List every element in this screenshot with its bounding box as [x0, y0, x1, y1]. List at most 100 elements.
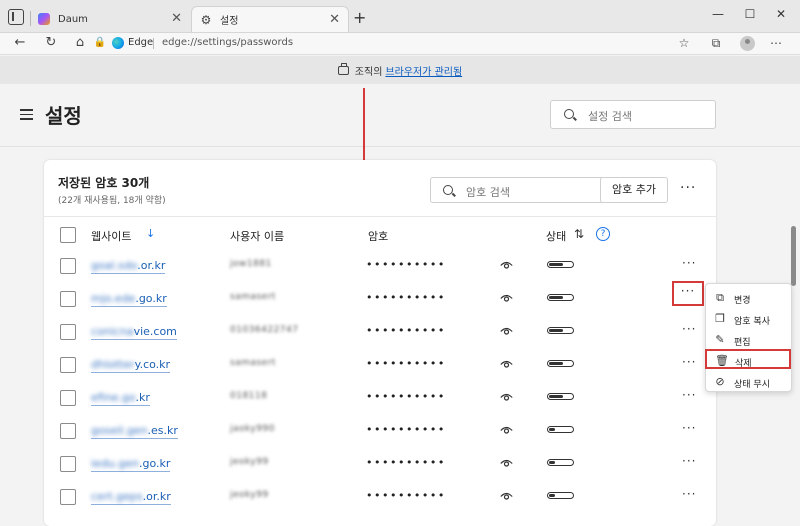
url-text[interactable]: edge://settings/passwords [162, 37, 293, 48]
card-title: 저장된 암호 30개 [58, 176, 150, 190]
username: 018118 [230, 391, 268, 401]
table-row: efine.go.kr 018118 •••••••••• ··· [44, 388, 716, 421]
site-link[interactable]: cert.geps.or.kr [91, 490, 171, 505]
window-close-icon[interactable]: ✕ [771, 7, 791, 21]
site-visible-part: .or.kr [142, 490, 171, 503]
avatar[interactable] [740, 36, 755, 51]
menu-item-1[interactable]: ❐ 암호 복사 [706, 309, 793, 329]
column-site[interactable]: 웹사이트 [91, 228, 131, 244]
site-hidden-part: cert.geps [91, 490, 143, 503]
row-checkbox[interactable] [60, 357, 76, 373]
scrollbar[interactable] [791, 226, 796, 286]
menu-item-3[interactable]: 🗑 삭제 [705, 349, 791, 369]
eye-icon[interactable] [500, 393, 513, 402]
row-checkbox[interactable] [60, 456, 76, 472]
tab-bar: Daum ✕ ⚙ 설정 ✕ + — ☐ ✕ [0, 0, 800, 33]
minimize-icon[interactable]: — [708, 7, 728, 21]
tab-label: Daum [58, 13, 88, 25]
lock-icon[interactable]: 🔒 [92, 35, 108, 51]
tab-daum[interactable]: Daum ✕ [30, 6, 190, 32]
table-row: goal.sdo.or.kr jow1881 •••••••••• ··· [44, 256, 716, 289]
site-hidden-part: mjo.ede [91, 292, 136, 305]
managed-link[interactable]: 브라우저가 관리됨 [385, 63, 462, 78]
select-all-checkbox[interactable] [60, 227, 76, 243]
menu-item-4[interactable]: ⊘ 상태 무시 [706, 372, 793, 392]
site-link[interactable]: iedu.gen.go.kr [91, 457, 171, 472]
settings-search-input[interactable]: 설정 검색 [550, 100, 716, 129]
table-row: conicnavie.com 01036422747 •••••••••• ··· [44, 322, 716, 355]
tab-actions-icon[interactable] [8, 9, 24, 25]
refresh-icon[interactable]: ↻ [43, 35, 59, 51]
eye-icon[interactable] [500, 294, 513, 303]
search-icon [443, 185, 453, 195]
row-more-icon[interactable]: ··· [682, 323, 696, 335]
eye-icon[interactable] [500, 492, 513, 501]
back-icon[interactable]: ← [12, 35, 28, 51]
favorites-add-icon[interactable]: ☆ [676, 35, 692, 51]
site-link[interactable]: goal.sdo.or.kr [91, 259, 166, 274]
eye-icon[interactable] [500, 360, 513, 369]
row-more-icon[interactable]: ··· [682, 389, 696, 401]
password-value: •••••••••• [366, 390, 446, 403]
row-checkbox[interactable] [60, 291, 76, 307]
row-more-icon[interactable]: ··· [682, 257, 696, 269]
new-tab-icon[interactable]: + [353, 8, 366, 27]
trash-icon: 🗑 [715, 354, 729, 367]
search-placeholder: 설정 검색 [588, 110, 632, 123]
username: jeoky99 [230, 457, 269, 467]
username: samasert [230, 292, 276, 302]
ignore-icon: ⊘ [715, 375, 725, 388]
row-more-icon[interactable]: ··· [682, 356, 696, 368]
row-more-icon[interactable]: ··· [682, 422, 696, 434]
username: jeoky99 [230, 490, 269, 500]
more-options-icon[interactable]: ··· [680, 181, 696, 195]
password-value: •••••••••• [366, 357, 446, 370]
menu-item-0[interactable]: ⧉ 변경 [706, 288, 793, 308]
help-icon[interactable]: ? [596, 227, 610, 241]
password-strength-icon [547, 327, 574, 334]
row-checkbox[interactable] [60, 489, 76, 505]
page-title: 설정 [45, 104, 82, 128]
sort-toggle-icon[interactable]: ⇅ [574, 227, 584, 241]
row-more-icon[interactable]: ··· [672, 281, 704, 306]
banner-text: 조직의 [354, 66, 383, 78]
password-strength-icon [547, 360, 574, 367]
tab-settings[interactable]: ⚙ 설정 ✕ [191, 6, 349, 32]
edge-logo-icon [112, 37, 124, 49]
site-link[interactable]: dhlottery.co.kr [91, 358, 171, 373]
close-icon[interactable]: ✕ [171, 11, 182, 26]
column-status[interactable]: 상태 [546, 228, 566, 244]
briefcase-icon [337, 62, 349, 75]
site-visible-part: .or.kr [137, 259, 166, 272]
menu-item-2[interactable]: ✎ 편집 [706, 330, 793, 350]
row-more-icon[interactable]: ··· [682, 455, 696, 467]
eye-icon[interactable] [500, 327, 513, 336]
eye-icon[interactable] [500, 261, 513, 270]
site-link[interactable]: goseil.gen.es.kr [91, 424, 178, 439]
site-hidden-part: conicna [91, 325, 134, 338]
sort-icon[interactable]: ↓ [146, 227, 155, 240]
menu-item-label: 암호 복사 [734, 317, 770, 327]
more-icon[interactable]: ⋯ [768, 35, 784, 51]
table-row: dhlottery.co.kr samasert •••••••••• ··· [44, 355, 716, 388]
username: 01036422747 [230, 325, 299, 335]
row-more-icon[interactable]: ··· [682, 488, 696, 500]
site-link[interactable]: mjo.ede.go.kr [91, 292, 167, 307]
row-context-menu: ⧉ 변경 ❐ 암호 복사 ✎ 편집 🗑 삭제 ⊘ 상태 무시 [705, 283, 792, 392]
collections-icon[interactable]: ⧉ [708, 35, 724, 51]
search-placeholder: 암호 검색 [466, 186, 510, 199]
row-checkbox[interactable] [60, 390, 76, 406]
row-checkbox[interactable] [60, 258, 76, 274]
site-link[interactable]: efine.go.kr [91, 391, 150, 406]
menu-icon[interactable] [20, 109, 33, 123]
row-checkbox[interactable] [60, 324, 76, 340]
home-icon[interactable]: ⌂ [72, 35, 88, 51]
site-link[interactable]: conicnavie.com [91, 325, 177, 340]
eye-icon[interactable] [500, 459, 513, 468]
site-hidden-part: efine.go [91, 391, 136, 404]
eye-icon[interactable] [500, 426, 513, 435]
maximize-icon[interactable]: ☐ [740, 7, 760, 21]
row-checkbox[interactable] [60, 423, 76, 439]
close-icon[interactable]: ✕ [329, 12, 340, 27]
add-password-button[interactable]: 암호 추가 [600, 177, 668, 203]
